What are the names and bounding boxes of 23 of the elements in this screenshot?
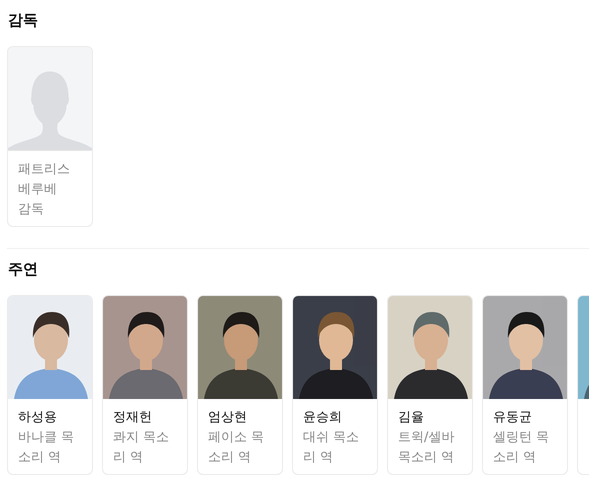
person-card[interactable]: 정재헌 콰지 목소리 역 bbox=[102, 295, 188, 475]
section-title: 감독 bbox=[7, 10, 39, 31]
person-card[interactable]: 패트리스 베루베 감독 bbox=[7, 46, 93, 227]
role-text: 페이소 목소리 역 bbox=[208, 429, 266, 467]
role-text: 대쉬 목소리 역 bbox=[303, 429, 360, 467]
person-name: 하성용 bbox=[18, 409, 58, 427]
person-card[interactable]: 김율 트윅/셀바 목소리 역 bbox=[387, 295, 473, 475]
section-title: 주연 bbox=[7, 259, 39, 280]
person-name: 유동균 bbox=[493, 409, 533, 427]
person-name: 패트리스 베루베 bbox=[18, 161, 71, 199]
person-card[interactable]: 하성용 바나클 목소리 역 bbox=[7, 295, 93, 475]
person-name: 엄상현 bbox=[208, 409, 248, 427]
role-text: 셀링턴 목소리 역 bbox=[493, 429, 550, 467]
role-text: 감독 bbox=[18, 201, 45, 219]
role-text: 트윅/셀바 목소리 역 bbox=[398, 429, 456, 467]
person-card[interactable]: 엄상현 페이소 목소리 역 bbox=[197, 295, 283, 475]
person-name: 김율 bbox=[398, 409, 425, 427]
role-text: 콰지 목소리 역 bbox=[113, 429, 170, 467]
person-card[interactable]: 윤승희 대쉬 목소리 역 bbox=[292, 295, 378, 475]
person-card[interactable]: 유동균 셀링턴 목소리 역 bbox=[482, 295, 568, 475]
role-text: 바나클 목소리 역 bbox=[18, 429, 76, 467]
person-name: 정재헌 bbox=[113, 409, 153, 427]
person-name: 윤승희 bbox=[303, 409, 343, 427]
